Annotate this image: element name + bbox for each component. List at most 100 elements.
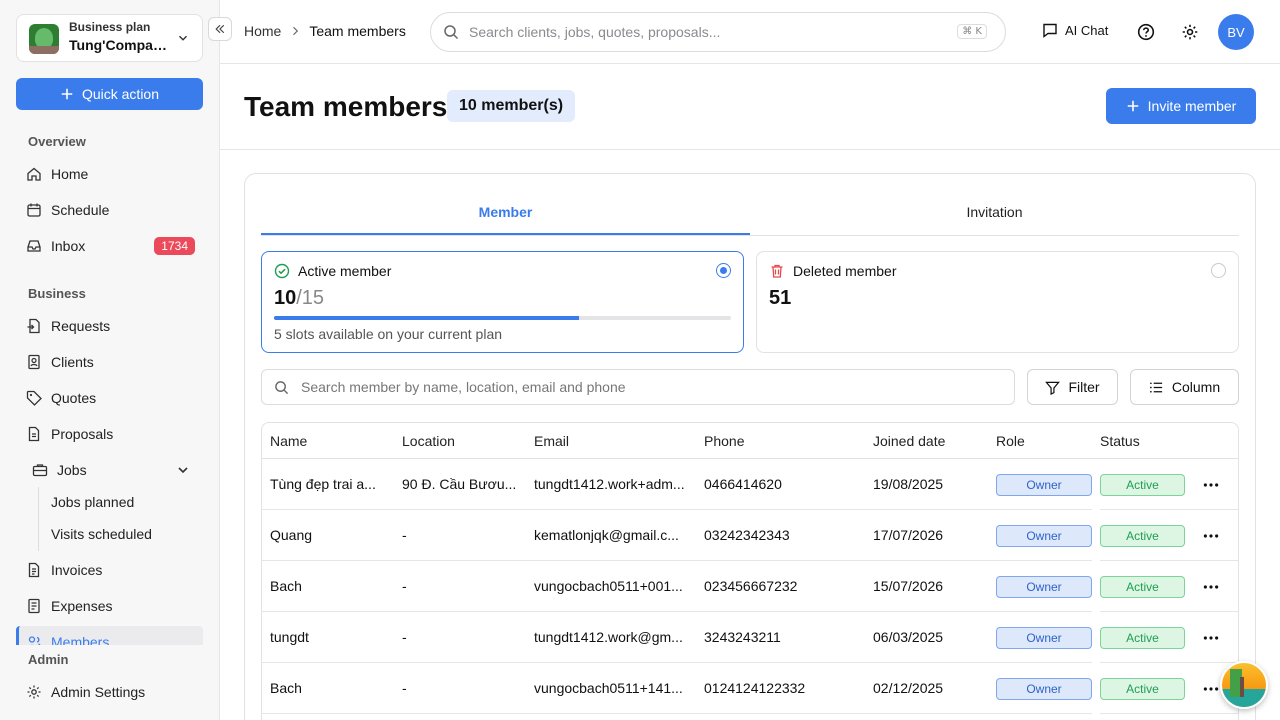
sidebar-item-jobs[interactable]: Jobs (16, 454, 203, 486)
calendar-icon (27, 203, 41, 217)
cell-email: kematlonjqk@gmail.c... (534, 527, 679, 543)
sidebar-item-proposals[interactable]: Proposals (16, 418, 203, 450)
cell-phone: 0466414620 (704, 476, 782, 492)
cell-name: Tùng đẹp trai a... (270, 476, 376, 492)
chevron-down-icon (179, 35, 187, 41)
tag-icon (26, 390, 42, 406)
member-search[interactable] (261, 369, 1015, 405)
global-search[interactable]: ⌘ K (430, 12, 1006, 52)
invite-member-button[interactable]: Invite member (1106, 88, 1256, 124)
cell-joined-date: 06/03/2025 (873, 629, 944, 645)
chat-icon (1043, 23, 1057, 38)
inbox-icon (27, 240, 41, 252)
section-overview: Overview (28, 134, 86, 149)
header-email[interactable]: Email (534, 433, 569, 449)
collapse-sidebar-button[interactable] (208, 17, 232, 41)
deleted-member-card[interactable]: Deleted member 51 (756, 251, 1239, 353)
deleted-member-radio[interactable] (1211, 263, 1226, 278)
briefcase-icon (32, 464, 48, 477)
column-label: Column (1171, 379, 1221, 395)
assistant-fab[interactable] (1220, 661, 1268, 709)
header-phone[interactable]: Phone (704, 433, 744, 449)
header-location[interactable]: Location (402, 433, 455, 449)
deleted-member-label: Deleted member (793, 263, 897, 279)
sidebar-item-inbox[interactable]: Inbox 1734 (16, 230, 203, 262)
workspace-name: Tung'Company (69, 37, 169, 53)
role-badge: Owner (996, 474, 1092, 496)
active-member-card[interactable]: Active member 10/15 5 slots available on… (261, 251, 744, 353)
home-icon (27, 167, 41, 181)
section-admin: Admin (28, 652, 69, 667)
page-header: Team members 10 member(s) Invite member (220, 64, 1280, 150)
table-row[interactable]: Bach - vungocbach0511+141... 01241241223… (262, 663, 1238, 714)
more-horizontal-icon[interactable] (1202, 527, 1220, 545)
header-name[interactable]: Name (270, 433, 307, 449)
topbar: Home Team members ⌘ K AI Chat BV (220, 0, 1280, 64)
sidebar-item-home[interactable]: Home (16, 158, 203, 190)
column-button[interactable]: Column (1130, 369, 1239, 405)
sidebar-item-visits-scheduled[interactable]: Visits scheduled (16, 518, 203, 550)
sidebar-item-clients[interactable]: Clients (16, 346, 203, 378)
list-icon (1149, 381, 1162, 393)
more-horizontal-icon[interactable] (1202, 680, 1220, 698)
status-badge: Active (1100, 576, 1185, 598)
role-badge: Owner (996, 576, 1092, 598)
workspace-switcher[interactable]: Business plan Tung'Company (16, 14, 203, 62)
search-icon (444, 25, 459, 40)
more-horizontal-icon[interactable] (1202, 629, 1220, 647)
chevron-down-icon[interactable] (175, 462, 191, 478)
header-role[interactable]: Role (996, 433, 1025, 449)
table-row[interactable]: Bach - vungocbach0511+001... 02345666723… (262, 561, 1238, 612)
trash-icon (771, 264, 783, 278)
tab-invitation[interactable]: Invitation (750, 196, 1239, 235)
header-status[interactable]: Status (1100, 433, 1140, 449)
sidebar-item-jobs-planned[interactable]: Jobs planned (16, 486, 203, 518)
more-horizontal-icon[interactable] (1202, 476, 1220, 494)
tab-member[interactable]: Member (261, 196, 750, 235)
sidebar-item-schedule[interactable]: Schedule (16, 194, 203, 226)
sidebar-item-admin-settings[interactable]: Admin Settings (16, 676, 203, 708)
cell-phone: 3243243211 (704, 629, 781, 645)
cell-divider (1092, 663, 1100, 714)
help-icon[interactable] (1137, 23, 1155, 41)
quick-action-button[interactable]: Quick action (16, 78, 203, 110)
sidebar-item-label: Members (51, 634, 110, 645)
table-row[interactable]: tungdt - tungdt1412.work@gm... 324324321… (262, 612, 1238, 663)
filter-icon (1045, 381, 1061, 395)
sidebar-item-label: Home (51, 166, 89, 182)
settings-gear-icon[interactable] (1181, 23, 1199, 41)
global-search-input[interactable] (469, 24, 929, 40)
sidebar-item-invoices[interactable]: Invoices (16, 554, 203, 586)
sidebar-item-members[interactable]: Members (16, 626, 203, 645)
sidebar-item-quotes[interactable]: Quotes (16, 382, 203, 414)
workspace-plan: Business plan (69, 20, 151, 34)
active-member-radio[interactable] (716, 263, 731, 278)
breadcrumb-home[interactable]: Home (244, 23, 281, 39)
cell-location: - (402, 629, 407, 645)
slots-note: 5 slots available on your current plan (274, 326, 503, 342)
ai-chat-label: AI Chat (1065, 22, 1109, 38)
cell-phone: 023456667232 (704, 578, 798, 594)
cell-email: tungdt1412.work@gm... (534, 629, 683, 645)
document-icon (28, 426, 40, 442)
role-badge: Owner (996, 627, 1092, 649)
table-row[interactable]: Tùng đẹp trai a... 90 Đ. Cầu Bươu... tun… (262, 459, 1238, 510)
cell-location: - (402, 578, 407, 594)
cell-divider (1092, 561, 1100, 612)
header-joined-date[interactable]: Joined date (873, 433, 945, 449)
more-horizontal-icon[interactable] (1202, 578, 1220, 596)
ai-chat-button[interactable]: AI Chat (1042, 22, 1108, 38)
table-row[interactable]: Quang - kematlonjqk@gmail.c... 032423423… (262, 510, 1238, 561)
sidebar-item-label: Jobs planned (51, 494, 135, 510)
filter-button[interactable]: Filter (1027, 369, 1118, 405)
sidebar-item-label: Quotes (51, 390, 97, 406)
user-avatar[interactable]: BV (1218, 14, 1254, 50)
sidebar-item-label: Schedule (51, 202, 110, 218)
member-search-input[interactable] (301, 379, 981, 395)
cell-name: tungdt (270, 629, 309, 645)
sidebar: Business plan Tung'Company Quick action … (0, 0, 220, 720)
sidebar-item-expenses[interactable]: Expenses (16, 590, 203, 622)
sidebar-item-requests[interactable]: Requests (16, 310, 203, 342)
cell-joined-date: 15/07/2026 (873, 578, 944, 594)
sidebar-item-label: Proposals (51, 426, 114, 442)
